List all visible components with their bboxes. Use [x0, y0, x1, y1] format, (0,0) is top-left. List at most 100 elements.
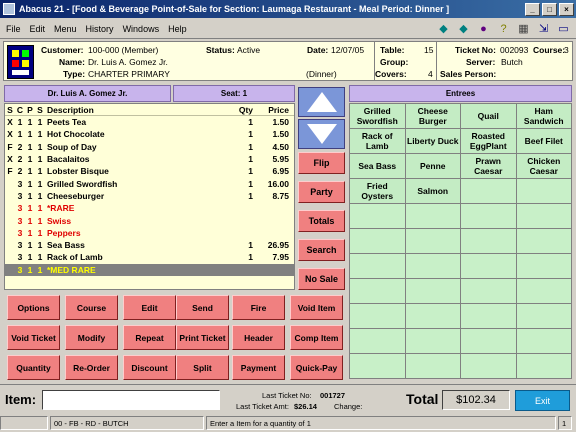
- menu-windows[interactable]: Windows: [123, 24, 160, 34]
- ticket-row[interactable]: F 2 1 1 Lobster Bisque 1 6.95: [5, 165, 294, 177]
- entree-empty-slot[interactable]: [516, 354, 571, 378]
- re-order-button[interactable]: Re-Order: [65, 355, 118, 380]
- header-button[interactable]: Header: [232, 325, 285, 350]
- entree-empty-slot[interactable]: [461, 329, 516, 353]
- entree-empty-slot[interactable]: [461, 229, 516, 253]
- course-button[interactable]: Course: [65, 295, 118, 320]
- entree-liberty-duck[interactable]: Liberty Duck: [405, 129, 460, 153]
- repeat-button[interactable]: Repeat: [123, 325, 176, 350]
- entree-empty-slot[interactable]: [516, 254, 571, 278]
- entree-empty-slot[interactable]: [461, 354, 516, 378]
- entree-sea-bass[interactable]: Sea Bass: [350, 154, 405, 178]
- entree-empty-slot[interactable]: [350, 229, 405, 253]
- menu-menu[interactable]: Menu: [54, 24, 77, 34]
- entree-ham-sandwich[interactable]: Ham Sandwich: [516, 104, 571, 128]
- entree-empty-slot[interactable]: [516, 204, 571, 228]
- entree-penne[interactable]: Penne: [405, 154, 460, 178]
- print-ticket-button[interactable]: Print Ticket: [176, 325, 229, 350]
- ticket-row[interactable]: X 2 1 1 Bacalaitos 1 5.95: [5, 153, 294, 165]
- entree-empty-slot[interactable]: [350, 204, 405, 228]
- ticket-row[interactable]: 311 Peppers: [5, 227, 294, 239]
- menu-help[interactable]: Help: [168, 24, 187, 34]
- entree-empty-slot[interactable]: [350, 279, 405, 303]
- entree-cheese-burger[interactable]: Cheese Burger: [405, 104, 460, 128]
- void-item-button[interactable]: Void Item: [290, 295, 343, 320]
- entree-empty-slot[interactable]: [405, 254, 460, 278]
- entree-quail[interactable]: Quail: [461, 104, 516, 128]
- options-button[interactable]: Options: [7, 295, 60, 320]
- quantity-button[interactable]: Quantity: [7, 355, 60, 380]
- entree-empty-slot[interactable]: [405, 329, 460, 353]
- quick-pay-button[interactable]: Quick-Pay: [290, 355, 343, 380]
- entree-empty-slot[interactable]: [405, 204, 460, 228]
- menu-edit[interactable]: Edit: [30, 24, 46, 34]
- entree-empty-slot[interactable]: [461, 204, 516, 228]
- entree-empty-slot[interactable]: [405, 304, 460, 328]
- entree-empty-slot[interactable]: [461, 304, 516, 328]
- calculator-icon[interactable]: ▦: [515, 20, 532, 37]
- menu-history[interactable]: History: [86, 24, 114, 34]
- ticket-row[interactable]: 3 1 1 Grilled Swordfish 1 16.00: [5, 177, 294, 189]
- party-button[interactable]: Party: [298, 181, 345, 203]
- entree-grilled-swordfish[interactable]: Grilled Swordfish: [350, 104, 405, 128]
- exit-door-icon[interactable]: ⇲: [535, 20, 552, 37]
- entree-empty-slot[interactable]: [516, 179, 571, 203]
- no-sale-button[interactable]: No Sale: [298, 268, 345, 290]
- ticket-row[interactable]: X 1 1 1 Peets Tea 1 1.50: [5, 116, 294, 128]
- totals-button[interactable]: Totals: [298, 210, 345, 232]
- entree-beef-filet[interactable]: Beef Filet: [516, 129, 571, 153]
- flip-button[interactable]: Flip: [298, 152, 345, 174]
- scroll-down-button[interactable]: [298, 119, 345, 149]
- void-ticket-button[interactable]: Void Ticket: [7, 325, 60, 350]
- entree-empty-slot[interactable]: [461, 179, 516, 203]
- entree-empty-slot[interactable]: [461, 279, 516, 303]
- entree-salmon[interactable]: Salmon: [405, 179, 460, 203]
- ticket-row[interactable]: F 2 1 1 Soup of Day 1 4.50: [5, 141, 294, 153]
- tools-icon[interactable]: ●: [475, 20, 492, 37]
- entree-empty-slot[interactable]: [350, 329, 405, 353]
- guest-name-header[interactable]: Dr. Luis A. Gomez Jr.: [4, 85, 171, 102]
- search-button[interactable]: Search: [298, 239, 345, 261]
- payment-button[interactable]: Payment: [232, 355, 285, 380]
- fire-button[interactable]: Fire: [232, 295, 285, 320]
- entree-empty-slot[interactable]: [350, 304, 405, 328]
- ticket-row[interactable]: 311 *MED RARE: [5, 263, 294, 276]
- entree-empty-slot[interactable]: [461, 254, 516, 278]
- entree-empty-slot[interactable]: [405, 229, 460, 253]
- entree-empty-slot[interactable]: [350, 254, 405, 278]
- edit-button[interactable]: Edit: [123, 295, 176, 320]
- comp-item-button[interactable]: Comp Item: [290, 325, 343, 350]
- ticket-row[interactable]: 311 *RARE: [5, 202, 294, 214]
- forward-arrow-icon[interactable]: ◆: [455, 20, 472, 37]
- item-input[interactable]: [42, 390, 220, 410]
- close-button[interactable]: ×: [559, 2, 574, 16]
- entree-empty-slot[interactable]: [350, 354, 405, 378]
- ticket-row[interactable]: 3 1 1 Rack of Lamb 1 7.95: [5, 251, 294, 263]
- scroll-up-button[interactable]: [298, 87, 345, 117]
- ticket-list[interactable]: S C P S Description Qty Price X 1 1 1 Peets …: [4, 103, 295, 290]
- ticket-row[interactable]: X 1 1 1 Hot Chocolate 1 1.50: [5, 128, 294, 140]
- send-button[interactable]: Send: [176, 295, 229, 320]
- split-button[interactable]: Split: [176, 355, 229, 380]
- ticket-row[interactable]: 3 1 1 Cheeseburger 1 8.75: [5, 190, 294, 202]
- seat-header[interactable]: Seat: 1: [173, 85, 295, 102]
- minimize-button[interactable]: _: [525, 2, 540, 16]
- help-icon[interactable]: ?: [495, 20, 512, 37]
- entree-prawn-caesar[interactable]: Prawn Caesar: [461, 154, 516, 178]
- entree-rack-of-lamb[interactable]: Rack of Lamb: [350, 129, 405, 153]
- entree-roasted-eggplant[interactable]: Roasted EggPlant: [461, 129, 516, 153]
- ticket-row[interactable]: 311 Swiss: [5, 214, 294, 226]
- entrees-header[interactable]: Entrees: [349, 85, 572, 102]
- entree-empty-slot[interactable]: [516, 304, 571, 328]
- entree-fried-oysters[interactable]: Fried Oysters: [350, 179, 405, 203]
- modify-button[interactable]: Modify: [65, 325, 118, 350]
- discount-button[interactable]: Discount: [123, 355, 176, 380]
- entree-empty-slot[interactable]: [516, 279, 571, 303]
- ticket-row[interactable]: 3 1 1 Sea Bass 1 26.95: [5, 239, 294, 251]
- entree-empty-slot[interactable]: [516, 229, 571, 253]
- back-arrow-icon[interactable]: ◆: [435, 20, 452, 37]
- exit-button[interactable]: Exit: [515, 390, 570, 411]
- entree-empty-slot[interactable]: [405, 279, 460, 303]
- menu-file[interactable]: File: [6, 24, 21, 34]
- window-icon[interactable]: ▭: [555, 20, 572, 37]
